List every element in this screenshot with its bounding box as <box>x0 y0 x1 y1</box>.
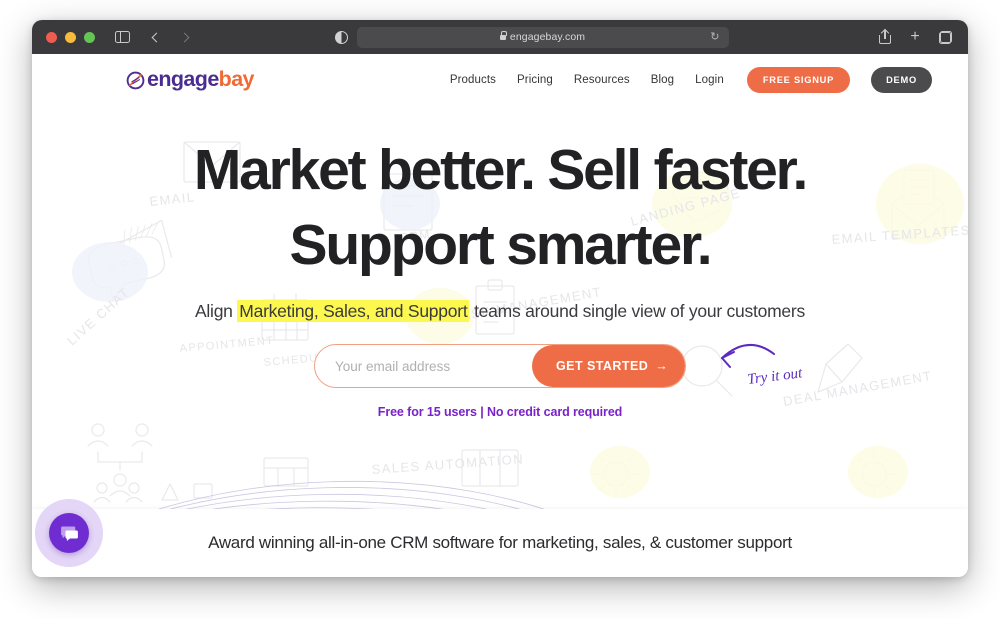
chevron-right-icon <box>173 26 195 48</box>
bottom-panel: Award winning all-in-one CRM software fo… <box>32 509 968 577</box>
get-started-label: GET STARTED <box>556 359 649 374</box>
logo-text-bay: bay <box>218 67 255 92</box>
chat-bubble-icon[interactable] <box>49 513 89 553</box>
plus-icon[interactable]: + <box>904 26 926 48</box>
lock-icon <box>499 31 507 40</box>
share-icon[interactable] <box>874 26 896 48</box>
nav-link-pricing[interactable]: Pricing <box>517 74 553 86</box>
nav-link-resources[interactable]: Resources <box>574 74 630 86</box>
reload-icon[interactable]: ↻ <box>710 31 719 43</box>
logo-text-engage: engage <box>147 67 219 92</box>
browser-titlebar: engagebay.com ↻ + <box>32 20 968 54</box>
minimize-window-button[interactable] <box>65 31 76 43</box>
subhead-after: teams around single view of your custome… <box>469 301 805 322</box>
main-navigation: Products Pricing Resources Blog Login FR… <box>450 67 932 93</box>
free-signup-button[interactable]: FREE SIGNUP <box>746 67 851 93</box>
subhead-before: Align <box>195 301 238 322</box>
get-started-button[interactable]: GET STARTED → <box>532 345 685 388</box>
free-trial-note: Free for 15 users | No credit card requi… <box>377 405 623 420</box>
address-bar-container: engagebay.com ↻ <box>205 26 858 48</box>
page-viewport: EMAIL LIVE CHAT CRM LANDING PAGE EMAIL T… <box>32 54 968 577</box>
headline-line-2: Support smarter. <box>289 213 713 278</box>
nav-link-products[interactable]: Products <box>450 74 496 86</box>
site-header: engagebay Products Pricing Resources Blo… <box>32 54 968 106</box>
tab-overview-icon[interactable] <box>934 26 956 48</box>
hero-section: Market better. Sell faster. Support smar… <box>32 106 968 419</box>
url-text: engagebay.com <box>509 31 586 43</box>
sidebar-icon[interactable] <box>111 26 133 48</box>
engagebay-logo[interactable]: engagebay <box>126 67 255 92</box>
arrow-right-icon: → <box>655 359 669 374</box>
address-bar[interactable]: engagebay.com ↻ <box>356 26 729 48</box>
screenshot-root: engagebay.com ↻ + EMAIL LIVE CHAT CRM LA… <box>0 0 1000 619</box>
browser-window: engagebay.com ↻ + EMAIL LIVE CHAT CRM LA… <box>32 20 968 577</box>
reader-mode-icon[interactable] <box>334 30 348 44</box>
award-text: Award winning all-in-one CRM software fo… <box>208 533 792 552</box>
signup-form: GET STARTED → <box>314 344 686 389</box>
browser-toolbar-right: + <box>868 26 956 48</box>
subhead-highlight: Marketing, Sales, and Support <box>237 300 470 323</box>
signup-form-row: GET STARTED → Try it out <box>32 344 968 389</box>
chevron-left-icon[interactable] <box>145 26 167 48</box>
try-it-out-annotation: Try it out <box>721 344 804 389</box>
demo-button[interactable]: DEMO <box>871 67 932 93</box>
engagebay-mark-icon <box>126 71 145 89</box>
window-controls[interactable] <box>46 31 95 43</box>
close-window-button[interactable] <box>46 31 57 43</box>
chat-widget[interactable] <box>35 499 103 567</box>
maximize-window-button[interactable] <box>84 31 95 43</box>
nav-link-login[interactable]: Login <box>695 74 724 86</box>
email-input[interactable] <box>315 345 532 388</box>
nav-link-blog[interactable]: Blog <box>651 74 674 86</box>
headline-line-1: Market better. Sell faster. <box>193 138 808 202</box>
try-it-out-text: Try it out <box>747 366 804 389</box>
hero-subheadline: Align Marketing, Sales, and Support team… <box>32 300 968 323</box>
